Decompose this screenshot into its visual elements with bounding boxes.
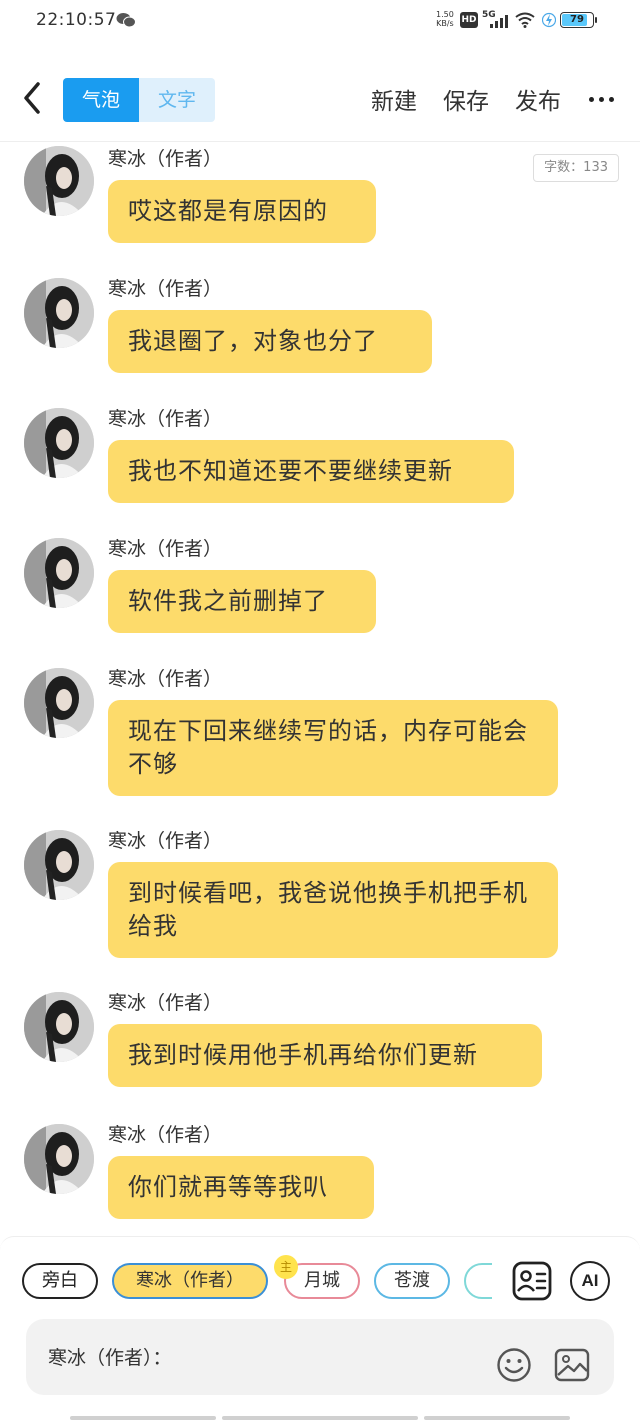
role-chip-author[interactable]: 寒冰（作者） <box>112 1263 268 1299</box>
editor-header: 气泡 文字 新建 保存 发布 <box>0 62 640 142</box>
role-chip-list[interactable]: 旁白 寒冰（作者） 月城 苍渡 元 <box>22 1263 492 1301</box>
role-chip-narrator[interactable]: 旁白 <box>22 1263 98 1299</box>
hd-icon: HD <box>460 12 478 28</box>
sender-name: 寒冰（作者） <box>108 1124 223 1146</box>
role-manage-icon[interactable] <box>512 1261 552 1301</box>
role-chip-partial[interactable]: 元 <box>464 1263 492 1299</box>
signal-icon <box>490 15 508 28</box>
battery-level: 79 <box>570 14 584 25</box>
avatar[interactable] <box>24 830 94 900</box>
sender-name: 寒冰（作者） <box>108 408 223 430</box>
avatar[interactable] <box>24 992 94 1062</box>
message-list[interactable]: 寒冰（作者） 哎这都是有原因的 寒冰（作者） 我退圈了，对象也分了 寒冰（作者）… <box>0 142 640 1234</box>
battery-icon: 79 <box>560 12 594 28</box>
composer-panel: 旁白 寒冰（作者） 月城 苍渡 元 主 AI 寒冰（作者）： <box>0 1236 640 1422</box>
avatar[interactable] <box>24 1124 94 1194</box>
message-bubble[interactable]: 我到时候用他手机再给你们更新 <box>108 1024 542 1087</box>
new-button[interactable]: 新建 <box>371 82 417 116</box>
sender-name: 寒冰（作者） <box>108 538 223 560</box>
message-bubble[interactable]: 我退圈了，对象也分了 <box>108 310 432 373</box>
home-indicator <box>0 1416 640 1420</box>
emoji-icon[interactable] <box>496 1347 532 1383</box>
sender-name: 寒冰（作者） <box>108 668 223 690</box>
sender-name: 寒冰（作者） <box>108 830 223 852</box>
message-bubble[interactable]: 哎这都是有原因的 <box>108 180 376 243</box>
charging-icon <box>542 12 556 28</box>
status-bar: 22:10:57 1.50 KB/s HD 5G 79 <box>0 0 640 44</box>
wechat-icon <box>116 13 136 28</box>
avatar[interactable] <box>24 278 94 348</box>
sender-name: 寒冰（作者） <box>108 278 223 300</box>
word-count-badge: 字数：133 <box>533 154 619 182</box>
ai-button[interactable]: AI <box>570 1261 610 1301</box>
message-bubble[interactable]: 我也不知道还要不要继续更新 <box>108 440 514 503</box>
mode-switch: 气泡 文字 <box>63 78 215 122</box>
avatar[interactable] <box>24 146 94 216</box>
avatar[interactable] <box>24 538 94 608</box>
header-actions: 新建 保存 发布 <box>345 82 614 116</box>
message-bubble[interactable]: 软件我之前删掉了 <box>108 570 376 633</box>
publish-button[interactable]: 发布 <box>515 82 561 116</box>
back-icon[interactable] <box>16 78 48 118</box>
wifi-icon <box>515 12 535 28</box>
sender-name: 寒冰（作者） <box>108 992 223 1014</box>
message-bubble[interactable]: 到时候看吧，我爸说他换手机把手机给我 <box>108 862 558 958</box>
tab-bubble[interactable]: 气泡 <box>63 78 139 122</box>
message-bubble[interactable]: 你们就再等等我叭 <box>108 1156 374 1219</box>
tab-text[interactable]: 文字 <box>139 78 215 122</box>
main-role-badge: 主 <box>274 1255 298 1279</box>
role-chip-wave[interactable]: 苍渡 <box>374 1263 450 1299</box>
message-bubble[interactable]: 现在下回来继续写的话，内存可能会不够 <box>108 700 558 796</box>
status-time: 22:10:57 <box>36 10 117 30</box>
save-button[interactable]: 保存 <box>443 82 489 116</box>
sender-name: 寒冰（作者） <box>108 148 223 170</box>
battery-cap <box>595 17 597 23</box>
message-input[interactable]: 寒冰（作者）： <box>26 1319 614 1395</box>
input-role-prefix: 寒冰（作者）： <box>48 1347 172 1369</box>
image-icon[interactable] <box>554 1347 590 1383</box>
avatar[interactable] <box>24 668 94 738</box>
more-icon[interactable] <box>589 96 614 102</box>
net-speed: 1.50 KB/s <box>436 10 454 28</box>
avatar[interactable] <box>24 408 94 478</box>
